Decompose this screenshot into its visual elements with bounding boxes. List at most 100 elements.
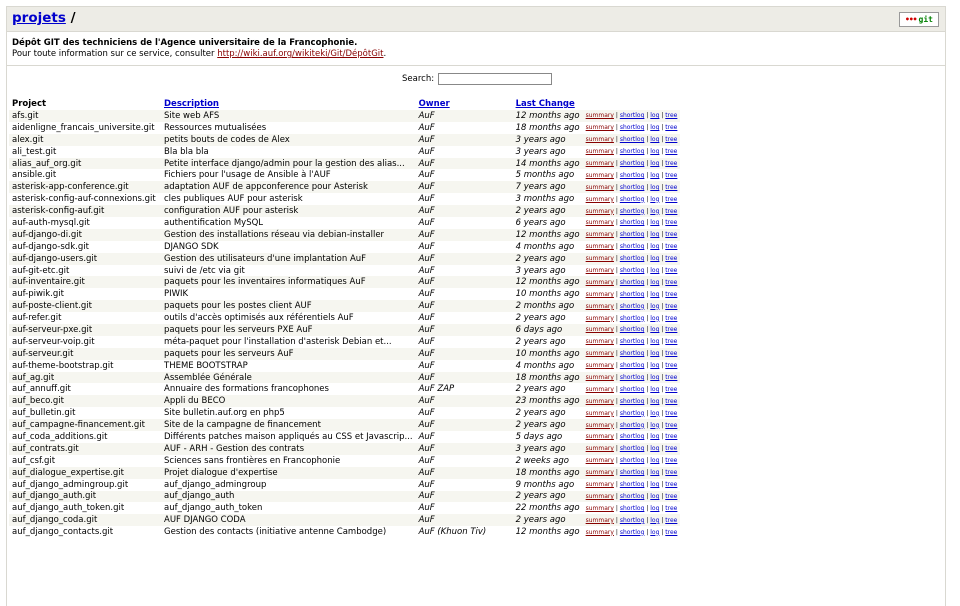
table-row[interactable]: auf-refer.git outils d'accès optimisés au… xyxy=(9,312,680,324)
summary-link[interactable]: summary xyxy=(586,124,614,131)
project-name-link[interactable]: auf_bulletin.git xyxy=(9,407,161,419)
project-name-link[interactable]: auf-inventaire.git xyxy=(9,276,161,289)
log-link[interactable]: log xyxy=(650,315,659,322)
breadcrumb-projets-link[interactable]: projets xyxy=(12,10,66,26)
shortlog-link[interactable]: shortlog xyxy=(620,505,645,512)
log-link[interactable]: log xyxy=(650,243,659,250)
shortlog-link[interactable]: shortlog xyxy=(620,529,645,536)
shortlog-link[interactable]: shortlog xyxy=(620,196,645,203)
project-name-link[interactable]: auf_annuff.git xyxy=(9,383,161,395)
summary-link[interactable]: summary xyxy=(586,279,614,286)
table-row[interactable]: alias_auf_org.git Petite interface django… xyxy=(9,157,681,170)
table-row[interactable]: auf_beco.git Appli du BECO AuF 23 months ag… xyxy=(9,395,681,408)
tree-link[interactable]: tree xyxy=(665,457,677,464)
project-description[interactable]: Gestion des utilisateurs d'une implantat… xyxy=(161,252,416,265)
table-row[interactable]: aidenligne_francais_universite.git Ressou… xyxy=(9,122,680,134)
project-description[interactable]: paquets pour les serveurs PXE AuF xyxy=(161,324,416,336)
tree-link[interactable]: tree xyxy=(665,172,677,179)
project-description[interactable]: adaptation AUF de appconference pour Ast… xyxy=(161,181,416,194)
table-row[interactable]: asterisk-config-auf.git configuration AUF… xyxy=(9,205,681,218)
tree-link[interactable]: tree xyxy=(665,445,677,452)
summary-link[interactable]: summary xyxy=(586,315,614,322)
log-link[interactable]: log xyxy=(650,160,659,167)
table-row[interactable]: ansible.git Fichiers pour l'usage de Ansi… xyxy=(9,169,680,181)
summary-link[interactable]: summary xyxy=(586,529,614,536)
project-description[interactable]: paquets pour les postes client AUF xyxy=(161,300,416,313)
project-name-link[interactable]: auf-poste-client.git xyxy=(9,300,161,313)
project-name-link[interactable]: asterisk-config-auf-connexions.git xyxy=(9,193,161,205)
log-link[interactable]: log xyxy=(650,362,659,369)
table-row[interactable]: auf-serveur-pxe.git paquets pour les serv… xyxy=(9,324,681,336)
tree-link[interactable]: tree xyxy=(665,433,677,440)
shortlog-link[interactable]: shortlog xyxy=(620,291,645,298)
table-row[interactable]: auf_django_auth.git auf_django_auth AuF 2 y… xyxy=(9,490,681,503)
project-description[interactable]: Sciences sans frontières en Francophonie xyxy=(161,455,416,467)
project-name-link[interactable]: auf_dialogue_expertise.git xyxy=(9,466,161,479)
tree-link[interactable]: tree xyxy=(665,208,677,215)
log-link[interactable]: log xyxy=(650,291,659,298)
summary-link[interactable]: summary xyxy=(586,517,614,524)
tree-link[interactable]: tree xyxy=(665,481,677,488)
tree-link[interactable]: tree xyxy=(665,374,677,381)
tree-link[interactable]: tree xyxy=(665,422,677,429)
table-row[interactable]: auf_csf.git Sciences sans frontières en F… xyxy=(9,455,680,467)
tree-link[interactable]: tree xyxy=(665,219,677,226)
summary-link[interactable]: summary xyxy=(586,255,614,262)
summary-link[interactable]: summary xyxy=(586,505,614,512)
table-row[interactable]: asterisk-config-auf-connexions.git cles p… xyxy=(9,193,680,205)
shortlog-link[interactable]: shortlog xyxy=(620,469,645,476)
log-link[interactable]: log xyxy=(650,196,659,203)
log-link[interactable]: log xyxy=(650,267,659,274)
project-name-link[interactable]: auf-django-di.git xyxy=(9,228,161,241)
tree-link[interactable]: tree xyxy=(665,124,677,131)
project-name-link[interactable]: asterisk-app-conference.git xyxy=(9,181,161,194)
tree-link[interactable]: tree xyxy=(665,160,677,167)
tree-link[interactable]: tree xyxy=(665,148,677,155)
summary-link[interactable]: summary xyxy=(586,338,614,345)
table-row[interactable]: auf-theme-bootstrap.git THEME BOOTSTRAP Au… xyxy=(9,360,680,372)
tree-link[interactable]: tree xyxy=(665,410,677,417)
shortlog-link[interactable]: shortlog xyxy=(620,374,645,381)
project-name-link[interactable]: auf_django_admingroup.git xyxy=(9,479,161,491)
project-name-link[interactable]: auf-refer.git xyxy=(9,312,161,324)
project-description[interactable]: cles publiques AUF pour asterisk xyxy=(161,193,416,205)
shortlog-link[interactable]: shortlog xyxy=(620,422,645,429)
tree-link[interactable]: tree xyxy=(665,196,677,203)
summary-link[interactable]: summary xyxy=(586,433,614,440)
shortlog-link[interactable]: shortlog xyxy=(620,208,645,215)
wiki-link[interactable]: http://wiki.auf.org/wikiteki/Git/DépôtGi… xyxy=(217,49,383,59)
project-description[interactable]: auf_django_auth xyxy=(161,490,416,503)
shortlog-link[interactable]: shortlog xyxy=(620,457,645,464)
project-name-link[interactable]: auf_beco.git xyxy=(9,395,161,408)
table-row[interactable]: auf_ag.git Assemblée Générale AuF 18 months… xyxy=(9,371,681,384)
shortlog-link[interactable]: shortlog xyxy=(620,386,645,393)
log-link[interactable]: log xyxy=(650,326,659,333)
project-description[interactable]: configuration AUF pour asterisk xyxy=(161,205,416,218)
shortlog-link[interactable]: shortlog xyxy=(620,279,645,286)
shortlog-link[interactable]: shortlog xyxy=(620,362,645,369)
project-name-link[interactable]: aidenligne_francais_universite.git xyxy=(9,122,161,134)
tree-link[interactable]: tree xyxy=(665,350,677,357)
shortlog-link[interactable]: shortlog xyxy=(620,148,645,155)
project-name-link[interactable]: alias_auf_org.git xyxy=(9,157,161,170)
table-row[interactable]: auf_bulletin.git Site bulletin.auf.org en… xyxy=(9,407,680,419)
table-row[interactable]: auf_django_auth_token.git auf_django_auth… xyxy=(9,502,680,514)
shortlog-link[interactable]: shortlog xyxy=(620,267,645,274)
table-row[interactable]: auf-django-sdk.git DJANGO SDK AuF 4 months … xyxy=(9,241,680,253)
log-link[interactable]: log xyxy=(650,148,659,155)
log-link[interactable]: log xyxy=(650,374,659,381)
project-description[interactable]: AUF - ARH - Gestion des contrats xyxy=(161,442,416,455)
tree-link[interactable]: tree xyxy=(665,517,677,524)
log-link[interactable]: log xyxy=(650,529,659,536)
log-link[interactable]: log xyxy=(650,410,659,417)
shortlog-link[interactable]: shortlog xyxy=(620,315,645,322)
summary-link[interactable]: summary xyxy=(586,196,614,203)
shortlog-link[interactable]: shortlog xyxy=(620,493,645,500)
summary-link[interactable]: summary xyxy=(586,362,614,369)
log-link[interactable]: log xyxy=(650,481,659,488)
project-name-link[interactable]: auf_coda_additions.git xyxy=(9,431,161,443)
project-description[interactable]: auf_django_admingroup xyxy=(161,479,416,491)
table-row[interactable]: ali_test.git Bla bla bla AuF 3 years ago sum… xyxy=(9,146,680,158)
log-link[interactable]: log xyxy=(650,493,659,500)
shortlog-link[interactable]: shortlog xyxy=(620,136,645,143)
